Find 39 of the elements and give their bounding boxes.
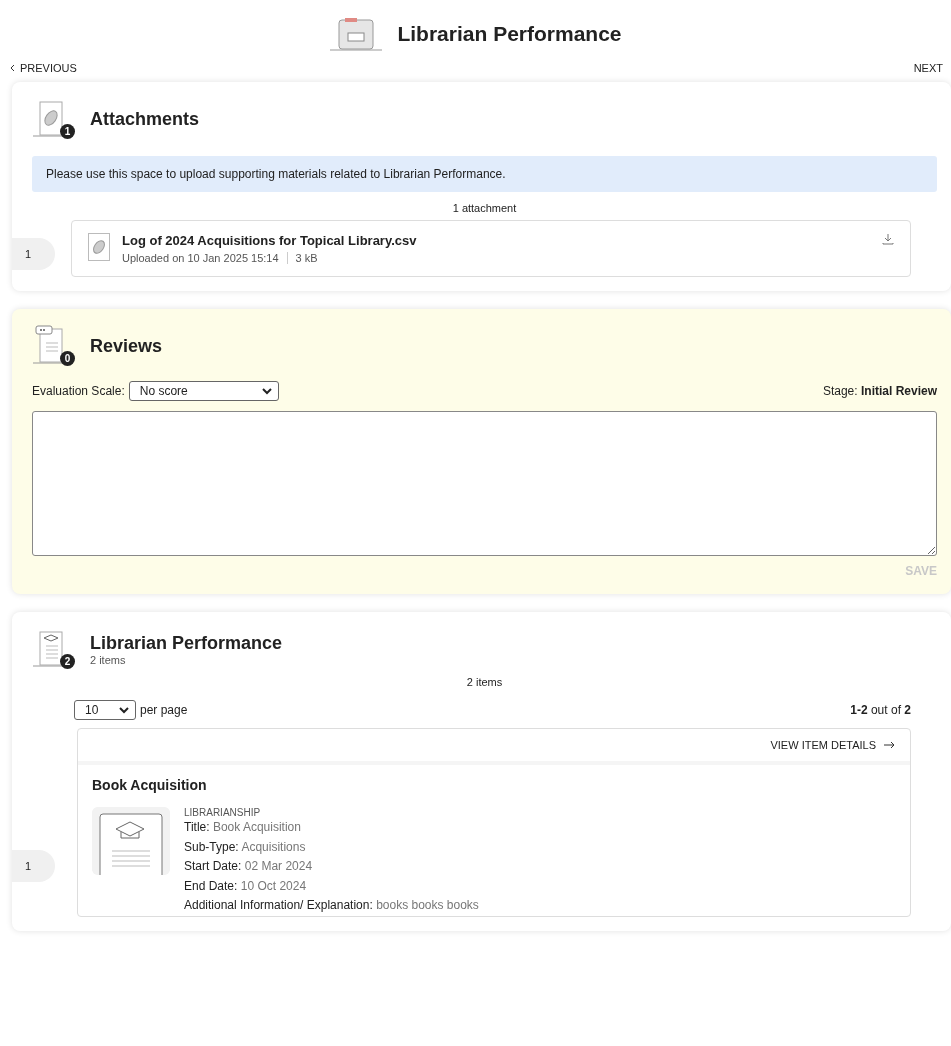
page-title: Librarian Performance — [397, 22, 622, 46]
item-field: Additional Information/ Explanation: books books books — [184, 896, 479, 916]
upload-date: Uploaded on 10 Jan 2025 15:14 — [122, 252, 279, 264]
previous-link[interactable]: PREVIOUS — [10, 62, 77, 74]
file-name[interactable]: Log of 2024 Acquisitions for Topical Library.csv — [122, 233, 870, 248]
item-field: Title: Book Acquisition — [184, 818, 479, 838]
item-count: 2 items — [465, 676, 504, 688]
item-field: End Date: 10 Oct 2024 — [184, 876, 479, 896]
field-label: Evaluation Scale: — [32, 384, 125, 398]
arrow-right-icon — [884, 741, 896, 749]
section-title: Attachments — [90, 108, 200, 130]
score-dropdown[interactable]: No score — [128, 381, 279, 401]
chevron-left-icon — [10, 64, 16, 72]
caret-icon — [261, 387, 272, 395]
caret-icon — [119, 706, 129, 714]
stage-text: Stage: Initial Review — [822, 384, 937, 398]
info-banner: Please use this space to upload supporting materials related to Librarian Performance. — [32, 156, 937, 192]
per-page-dropdown[interactable]: 10 — [74, 700, 136, 720]
file-size: 3 kB — [295, 252, 318, 264]
attachment-count: 1 attachment — [451, 202, 518, 214]
item-field: Start Date: 02 Mar 2024 — [184, 857, 479, 877]
section-title: Librarian Performance — [90, 632, 283, 654]
count-badge: 1 — [60, 124, 75, 139]
pagination-range: 1-2 out of 2 — [850, 703, 911, 717]
item-count: 2 items — [90, 653, 127, 666]
item-category: LIBRARIANSHIP — [184, 807, 262, 818]
count-badge: 2 — [60, 654, 75, 669]
item-field: Sub-Type: Acquisitions — [184, 837, 479, 857]
section-title: Reviews — [90, 335, 163, 357]
view-details-link[interactable]: VIEW ITEM DETAILS — [770, 739, 896, 751]
count-badge: 0 — [60, 351, 75, 366]
row-number: 1 — [12, 238, 55, 270]
paperclip-icon — [88, 233, 110, 261]
file-box-icon — [329, 16, 384, 52]
row-number: 1 — [12, 850, 55, 882]
item-title: Book Acquisition — [92, 777, 208, 793]
download-icon[interactable] — [882, 233, 894, 245]
next-link[interactable]: NEXT — [913, 62, 943, 74]
per-page-label: per page — [140, 703, 188, 717]
